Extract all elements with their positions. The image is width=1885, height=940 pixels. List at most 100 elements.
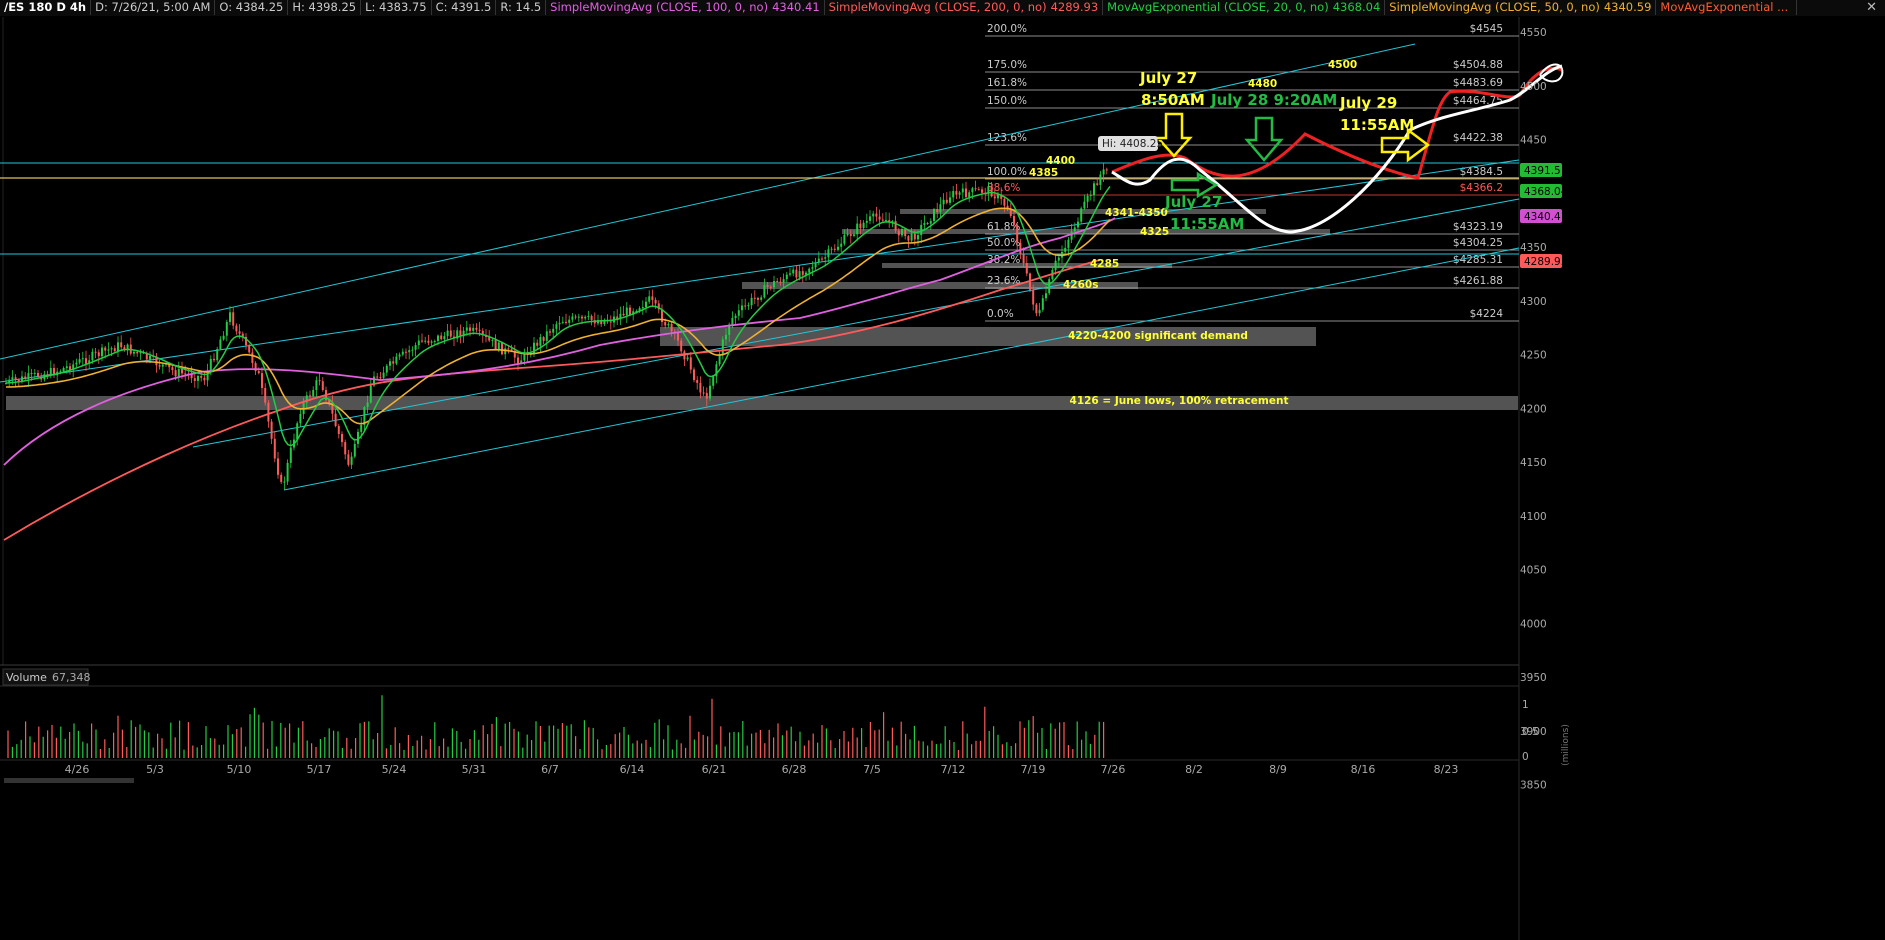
price-tick: 3950 — [1520, 672, 1547, 684]
candle-body — [929, 220, 932, 224]
candle-body — [491, 339, 494, 341]
candle-body — [689, 357, 692, 370]
candle-body — [856, 223, 859, 235]
candle-body — [1099, 174, 1102, 185]
fib-pct: 150.0% — [987, 95, 1027, 107]
candle-body — [312, 389, 315, 397]
candle-body — [750, 297, 753, 306]
candle-body — [587, 315, 590, 317]
candle-body — [686, 357, 689, 360]
candle-body — [958, 192, 961, 195]
price-tag: 4368.04 — [1520, 184, 1568, 198]
candle-body — [110, 348, 113, 350]
price-tick: 4000 — [1520, 618, 1547, 630]
candle-body — [824, 257, 827, 259]
fib-price: $4261.88 — [1453, 275, 1503, 287]
candle-body — [171, 367, 174, 371]
date-tick: 6/21 — [702, 763, 727, 776]
fib-price: $4545 — [1470, 23, 1503, 35]
candle-body — [14, 377, 17, 380]
candle-body — [289, 447, 292, 463]
candle-body — [427, 340, 430, 343]
candle-body — [472, 327, 475, 331]
date-tick: 5/10 — [227, 763, 252, 776]
candle-body — [197, 376, 199, 381]
price-tag-text: 4368.04 — [1524, 186, 1568, 198]
candle-body — [1080, 208, 1083, 222]
candle-body — [1045, 293, 1047, 299]
fib-price: $4483.69 — [1453, 77, 1503, 89]
candle-body — [817, 258, 820, 263]
candle-body — [853, 234, 855, 236]
price-tag: 4289.93 — [1520, 254, 1567, 268]
candle-body — [942, 199, 945, 205]
candle-body — [821, 258, 823, 260]
level-label: 4480 — [1248, 78, 1277, 90]
candle-body — [897, 230, 900, 236]
candle-body — [577, 316, 580, 318]
candle-body — [475, 327, 478, 330]
candle-body — [443, 336, 446, 340]
candle-body — [350, 456, 353, 465]
candle-body — [641, 307, 644, 309]
volume-value: 67,348 — [52, 671, 91, 684]
fib-price: $4224 — [1470, 308, 1504, 320]
candle-body — [782, 279, 785, 283]
level-label: 4500 — [1328, 59, 1357, 71]
candle-body — [161, 364, 164, 367]
candle-body — [117, 342, 119, 352]
level-label: 4385 — [1029, 167, 1058, 179]
level-label: 4325 — [1140, 226, 1169, 238]
date-tick: 4/26 — [65, 763, 90, 776]
candle-body — [737, 310, 740, 316]
candle-body — [907, 236, 910, 241]
candle-body — [760, 297, 763, 300]
price-tick: 4050 — [1520, 565, 1547, 577]
candle-body — [785, 274, 788, 280]
candle-body — [1054, 260, 1057, 271]
date-tick: 8/23 — [1434, 763, 1459, 776]
fib-price: $4323.19 — [1453, 221, 1503, 233]
date-tick: 6/28 — [782, 763, 807, 776]
candle-body — [261, 373, 263, 388]
price-tag: 4391.5 — [1520, 163, 1562, 177]
price-tick: 4450 — [1520, 135, 1547, 147]
candle-body — [62, 368, 65, 372]
candle-body — [1096, 183, 1099, 185]
candle-body — [213, 358, 215, 361]
candle-body — [225, 321, 228, 336]
candle-body — [280, 474, 283, 482]
candle-body — [747, 305, 750, 307]
candle-body — [299, 413, 302, 424]
candle-body — [705, 392, 708, 399]
candle-body — [97, 352, 100, 357]
candle-body — [1016, 224, 1019, 243]
candle-body — [536, 342, 539, 346]
candle-body — [865, 220, 868, 223]
candle-body — [517, 357, 519, 364]
candle-body — [149, 355, 151, 360]
candle-body — [878, 216, 881, 220]
candle-body — [177, 368, 180, 377]
candle-body — [222, 335, 225, 340]
candle-body — [939, 204, 942, 213]
candle-body — [885, 220, 887, 222]
candle-body — [389, 361, 391, 366]
candle-body — [881, 219, 884, 221]
candle-body — [699, 382, 702, 393]
price-chart[interactable]: 200.0% $4545175.0% $4504.88161.8% $4483.691… — [0, 0, 1885, 940]
candle-body — [430, 341, 433, 343]
candle-body — [789, 273, 791, 275]
candle-body — [414, 345, 417, 350]
candle-body — [417, 340, 420, 346]
candle-body — [321, 381, 324, 391]
candle-body — [465, 327, 468, 331]
date-tick: 5/17 — [307, 763, 332, 776]
note-july29: July 29 — [1339, 94, 1397, 112]
candle-body — [712, 376, 715, 386]
candle-body — [654, 299, 657, 304]
candle-body — [424, 340, 427, 342]
candle-body — [814, 262, 817, 268]
candle-body — [264, 387, 267, 403]
candle-body — [277, 458, 279, 475]
